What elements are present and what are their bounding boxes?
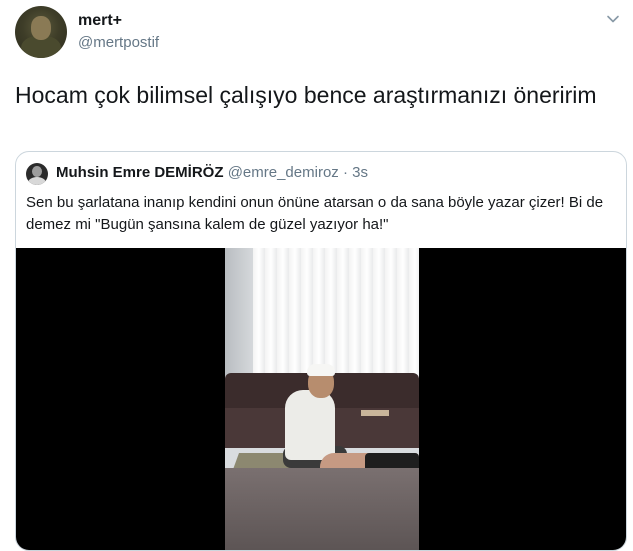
quoted-tweet[interactable]: Muhsin Emre DEMİRÖZ @emre_demiroz · 3s S… bbox=[15, 151, 627, 551]
books-on-sofa bbox=[361, 410, 389, 416]
window-curtain bbox=[253, 248, 419, 378]
quoted-tweet-text: Sen bu şarlatana inanıp kendini onun önü… bbox=[26, 194, 604, 233]
table-foreground bbox=[225, 468, 419, 550]
author-avatar[interactable] bbox=[15, 6, 67, 58]
chevron-down-icon[interactable] bbox=[606, 12, 620, 26]
meta-separator: · bbox=[342, 164, 348, 181]
tweet-card: mert+ @mertpostif Hocam çok bilimsel çal… bbox=[0, 0, 633, 551]
author-display-name[interactable]: mert+ bbox=[78, 12, 122, 30]
video-frame bbox=[225, 248, 419, 550]
avatar-figure-face bbox=[31, 16, 51, 40]
man-cap bbox=[307, 364, 335, 376]
man-body bbox=[285, 390, 335, 460]
quoted-avatar-body bbox=[28, 177, 46, 185]
quoted-author-avatar[interactable] bbox=[26, 163, 48, 185]
author-handle[interactable]: @mertpostif bbox=[78, 34, 159, 51]
quoted-tweet-time[interactable]: 3s bbox=[352, 164, 368, 181]
quoted-avatar-face bbox=[32, 166, 42, 177]
video-player[interactable] bbox=[16, 248, 626, 550]
quoted-tweet-meta: Muhsin Emre DEMİRÖZ @emre_demiroz · 3s bbox=[56, 164, 368, 181]
quoted-author-handle[interactable]: @emre_demiroz bbox=[228, 164, 339, 181]
tweet-text: Hocam çok bilimsel çalışıyo bence araştı… bbox=[15, 82, 597, 108]
quoted-author-name[interactable]: Muhsin Emre DEMİRÖZ bbox=[56, 164, 224, 181]
